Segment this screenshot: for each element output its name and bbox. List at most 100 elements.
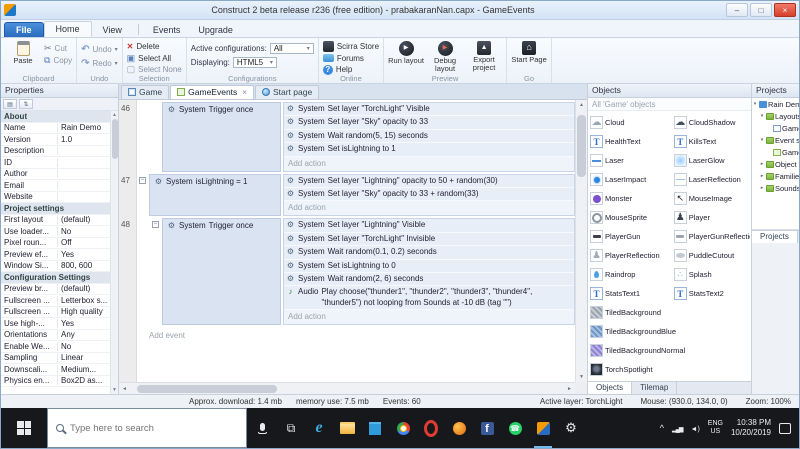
taskbar-app-icon[interactable] (501, 408, 529, 448)
export-project-button[interactable]: Export project (466, 40, 502, 73)
property-row[interactable]: About (1, 111, 110, 123)
tree-expander-icon[interactable]: ▾ (759, 137, 765, 143)
action-row[interactable]: System Wait random(0.1, 0.2) seconds (284, 246, 574, 260)
event-block-46[interactable]: 46 System Trigger once (119, 102, 575, 172)
tree-node[interactable]: ▾ Event sheets (752, 134, 799, 146)
property-row[interactable]: Website (1, 192, 110, 203)
active-configurations-dropdown[interactable]: All ▾ (269, 43, 314, 54)
property-value[interactable]: High quality (58, 307, 110, 316)
scroll-right-arrow-icon[interactable]: ► (567, 386, 572, 392)
taskbar-app-icon[interactable] (361, 408, 389, 448)
close-tab-icon[interactable]: × (242, 88, 247, 97)
object-item[interactable]: MouseSprite (589, 208, 673, 227)
taskbar-app-icon[interactable] (389, 408, 417, 448)
action-center-icon[interactable] (779, 422, 791, 434)
object-item[interactable]: Player (673, 208, 750, 227)
taskbar-app-icon[interactable] (557, 408, 585, 448)
property-value[interactable]: (default) (58, 215, 110, 224)
tab-tilemap[interactable]: Tilemap (632, 382, 678, 394)
object-item[interactable]: Splash (673, 265, 750, 284)
collapse-event-icon[interactable]: − (152, 221, 159, 229)
property-value[interactable]: No (58, 342, 110, 351)
object-item[interactable]: Laser (589, 151, 673, 170)
tree-node[interactable]: GameEvents (752, 146, 799, 158)
scirra-store-button[interactable]: Scirra Store (322, 41, 379, 53)
taskbar-app-icon[interactable] (445, 408, 473, 448)
object-item[interactable]: PlayerReflection (589, 246, 673, 265)
collapse-event-icon[interactable]: − (139, 176, 146, 184)
scrollbar-thumb[interactable] (112, 119, 118, 159)
property-row[interactable]: Description (1, 146, 110, 157)
property-row[interactable]: Email (1, 180, 110, 192)
add-action-link[interactable]: Add action (284, 310, 574, 325)
action-row[interactable]: System Set layer "TorchLight" Invisible (284, 233, 574, 247)
tab-start-page[interactable]: Start page (254, 85, 320, 99)
action-row[interactable]: System Set isLightning to 1 (284, 143, 574, 157)
property-value[interactable]: No (58, 227, 110, 236)
scrollbar-thumb[interactable] (577, 115, 586, 177)
tab-home[interactable]: Home (43, 21, 92, 37)
object-item[interactable]: Raindrop (589, 265, 673, 284)
object-item[interactable]: HealthText (589, 132, 673, 151)
property-value[interactable]: 800, 600 (58, 261, 110, 270)
start-button[interactable] (1, 408, 47, 448)
action-row[interactable]: System Set layer "TorchLight" Visible (284, 103, 574, 117)
object-item[interactable]: LaserImpact (589, 170, 673, 189)
taskbar-app-icon[interactable] (473, 408, 501, 448)
taskbar-app-icon[interactable] (305, 408, 333, 448)
property-value[interactable]: Rain Demo (58, 123, 110, 132)
taskbar-search[interactable] (47, 408, 247, 448)
action-row[interactable]: System Wait random(5, 15) seconds (284, 130, 574, 144)
tab-projects[interactable]: Projects (752, 231, 798, 243)
property-value[interactable]: Off (58, 238, 110, 247)
maximize-button[interactable]: □ (750, 3, 772, 17)
horizontal-scrollbar[interactable]: ◄ ► (119, 382, 575, 394)
taskbar-app-icon[interactable] (417, 408, 445, 448)
property-row[interactable]: Window Si... 800, 600 (1, 261, 110, 272)
property-row[interactable]: Author (1, 169, 110, 180)
properties-scrollbar[interactable]: ▲ ▼ (110, 111, 118, 394)
object-item[interactable]: LaserReflection (673, 170, 750, 189)
scroll-up-arrow-icon[interactable]: ▲ (112, 112, 117, 118)
undo-button[interactable]: Undo▾ (81, 44, 118, 56)
tree-node[interactable]: ▸ Families (752, 170, 799, 182)
taskbar-app-icon[interactable] (333, 408, 361, 448)
object-item[interactable]: CloudShadow (673, 113, 750, 132)
property-row[interactable]: Pixel roun... Off (1, 238, 110, 249)
tab-game-layout[interactable]: Game (121, 85, 170, 99)
displaying-dropdown[interactable]: HTML5 ▾ (232, 57, 277, 68)
object-item[interactable]: StatsText2 (673, 284, 750, 303)
object-item[interactable]: PuddleCutout (673, 246, 750, 265)
categorized-view-button[interactable]: ▤ (3, 99, 17, 109)
event-sheet-canvas[interactable]: 46 System Trigger once (119, 100, 587, 394)
tab-gameevents[interactable]: GameEvents × (170, 85, 254, 99)
property-value[interactable]: Letterbox s... (58, 296, 110, 305)
property-row[interactable]: Use loader... No (1, 226, 110, 238)
action-row[interactable]: System Set layer "Lightning" opacity to … (284, 175, 574, 188)
property-row[interactable]: First layout (default) (1, 215, 110, 226)
action-row[interactable]: System Set layer "Sky" opacity to 33 (284, 116, 574, 130)
tree-expander-icon[interactable]: ▸ (759, 161, 765, 167)
property-row[interactable]: ID (1, 157, 110, 169)
property-row[interactable]: Use high-... Yes (1, 318, 110, 330)
microphone-button[interactable] (247, 408, 277, 448)
tree-node[interactable]: ▾ Rain Demo (752, 98, 799, 110)
condition-row[interactable]: System Trigger once (165, 220, 278, 232)
object-item[interactable]: Cloud (589, 113, 673, 132)
action-row[interactable]: System Wait random(2, 6) seconds (284, 273, 574, 287)
scroll-up-arrow-icon[interactable]: ▲ (579, 102, 584, 108)
property-row[interactable]: Orientations Any (1, 330, 110, 341)
property-row[interactable]: Physics en... Box2D as... (1, 376, 110, 387)
network-icon[interactable] (672, 423, 682, 433)
property-row[interactable]: Preview ef... Yes (1, 249, 110, 261)
condition-row[interactable]: System isLightning = 1 (152, 176, 278, 188)
cut-button[interactable]: Cut (44, 43, 72, 55)
menu-upgrade[interactable]: Upgrade (189, 23, 242, 37)
forums-button[interactable]: Forums (322, 53, 379, 65)
action-row[interactable]: Audio Play choose("thunder1", "thunder2"… (284, 286, 574, 311)
show-hidden-icons-chevron[interactable]: ^ (660, 423, 664, 433)
property-row[interactable]: Fullscreen ... Letterbox s... (1, 295, 110, 307)
taskbar-app-icon[interactable] (277, 408, 305, 448)
tree-node[interactable]: Game (752, 122, 799, 134)
event-block-47[interactable]: 47 − System isLightning = 1 (119, 173, 575, 217)
